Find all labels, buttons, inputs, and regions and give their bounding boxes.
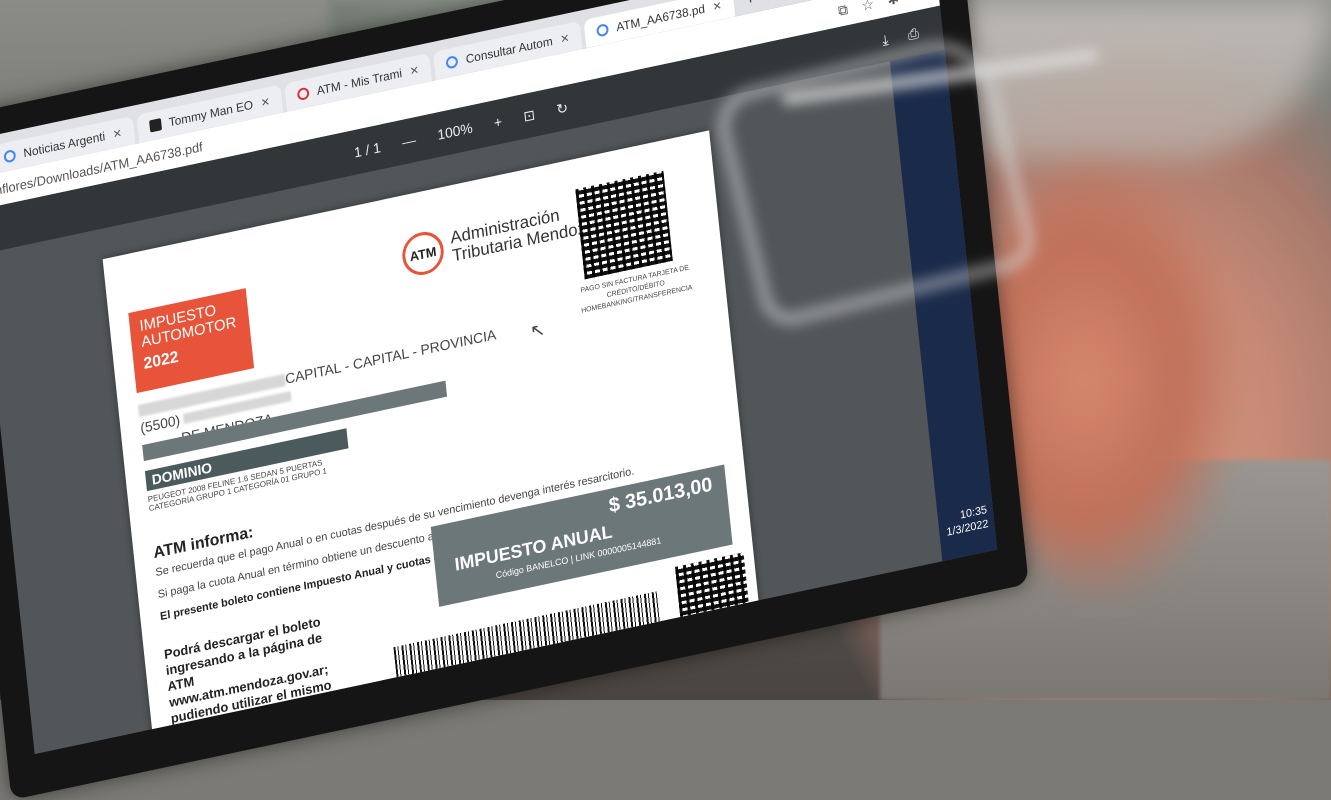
pdf-actions: ⤓ ⎙ — [881, 24, 919, 49]
print-icon[interactable]: ⎙ — [907, 24, 920, 43]
tax-amount: $ 35.013,00 — [607, 473, 714, 518]
clock-date: 1/3/2022 — [945, 517, 990, 539]
close-icon[interactable]: ✕ — [560, 31, 570, 46]
close-icon[interactable]: ✕ — [409, 63, 419, 78]
atm-logo: ATM Administración Tributaria Mendoza — [400, 196, 596, 279]
close-icon[interactable]: ✕ — [260, 95, 270, 110]
site-favicon-icon — [3, 149, 17, 164]
star-icon[interactable]: ☆ — [861, 0, 875, 14]
download-date: 31-12-2022 — [173, 729, 241, 755]
download-note: Podrá descargar el boleto ingresando a l… — [163, 612, 341, 754]
globe-icon — [596, 23, 610, 38]
address-line: (5500) — [139, 411, 181, 437]
close-icon[interactable]: ✕ — [112, 126, 122, 141]
system-clock[interactable]: 10:35 1/3/2022 — [944, 503, 989, 540]
page-indicator[interactable]: 1 / 1 — [353, 139, 381, 161]
download-text: Podrá descargar el boleto ingresando a l… — [163, 613, 333, 743]
fit-page-icon[interactable]: ⊡ — [523, 106, 536, 125]
qr-code-icon — [575, 170, 673, 280]
menu-icon[interactable]: ≡ — [912, 0, 922, 4]
tax-badge: IMPUESTO AUTOMOTOR 2022 — [128, 288, 255, 394]
qr-code-icon — [674, 552, 751, 637]
site-favicon-icon — [296, 86, 310, 102]
site-favicon-icon — [148, 118, 162, 133]
extensions-icon[interactable]: ✱ — [887, 0, 900, 9]
zoom-level[interactable]: 100% — [437, 119, 474, 142]
atm-logo-text: Administración Tributaria Mendoza — [449, 199, 596, 265]
zoom-out-button[interactable]: — — [401, 131, 416, 150]
share-icon[interactable]: ⧉ — [837, 0, 849, 19]
download-icon[interactable]: ⤓ — [881, 31, 889, 49]
address-line: CAPITAL - CAPITAL - PROVINCIA — [284, 326, 497, 387]
globe-icon — [445, 55, 459, 70]
rotate-icon[interactable]: ↻ — [556, 99, 569, 118]
mouse-cursor-icon: ↖ — [529, 318, 547, 342]
atm-logo-icon: ATM — [400, 228, 446, 279]
fine-print — [256, 271, 364, 294]
close-icon[interactable]: ✕ — [712, 0, 722, 13]
zoom-in-button[interactable]: + — [493, 113, 503, 131]
